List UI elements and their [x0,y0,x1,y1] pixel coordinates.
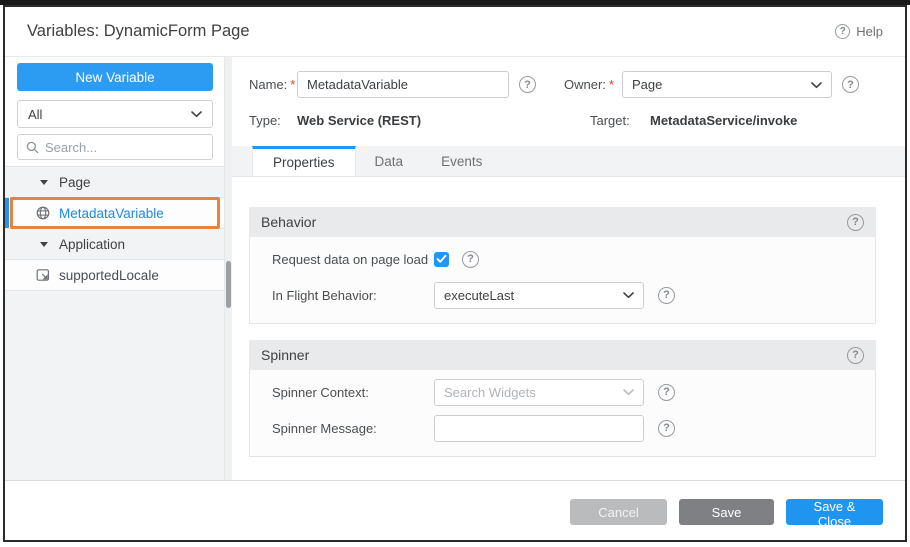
in-flight-label: In Flight Behavior: [272,288,434,303]
owner-select[interactable]: Page [622,71,832,98]
save-button[interactable]: Save [679,499,774,525]
owner-help-icon[interactable]: ? [842,76,859,93]
group-label: Page [59,175,91,190]
detail-tabs: Properties Data Events [232,146,905,177]
chevron-down-icon [811,76,822,94]
in-flight-selected-value: executeLast [444,288,623,303]
request-data-help-icon[interactable]: ? [462,251,479,268]
in-flight-help-icon[interactable]: ? [658,287,675,304]
sidebar-controls: New Variable All [5,57,224,167]
type-value: Web Service (REST) [297,113,562,128]
tab-data[interactable]: Data [356,146,423,176]
request-data-row: Request data on page load ? [272,245,875,273]
spinner-message-input[interactable] [434,415,644,442]
dialog-title: Variables: DynamicForm Page [27,22,250,41]
sidebar-group-application[interactable]: Application [5,229,224,260]
section-title: Spinner [261,347,309,363]
search-input[interactable] [45,140,204,155]
caret-down-icon [40,242,48,247]
type-target-row: Type: Web Service (REST) Target: Metadat… [249,113,889,128]
type-label: Type: [249,113,297,128]
spinner-context-row: Spinner Context: Search Widgets ? [272,378,875,406]
dialog-footer: Cancel Save Save & Close [5,480,905,540]
sidebar-item-supportedlocale[interactable]: supportedLocale [5,260,224,291]
chevron-down-icon [623,383,634,401]
new-variable-button[interactable]: New Variable [17,63,213,91]
variable-name-input[interactable] [297,71,509,98]
filter-selected-value: All [28,107,42,122]
target-value: MetadataService/invoke [650,113,797,128]
sidebar-group-page[interactable]: Page [5,167,224,198]
save-and-close-button[interactable]: Save & Close [786,499,883,525]
spinner-context-label: Spinner Context: [272,385,434,400]
spinner-message-row: Spinner Message: ? [272,414,875,442]
spinner-section: Spinner ? Spinner Context: Search Widget… [249,340,876,457]
behavior-help-icon[interactable]: ? [847,214,864,231]
dialog-body: New Variable All Page [5,57,905,480]
name-help-icon[interactable]: ? [519,76,536,93]
variables-tree: Page MetadataVariable [5,167,224,480]
spinner-context-help-icon[interactable]: ? [658,384,675,401]
spinner-context-select[interactable]: Search Widgets [434,379,644,406]
target-label: Target: [590,113,650,128]
behavior-section: Behavior ? Request data on page load ? I… [249,207,876,324]
dialog-header: Variables: DynamicForm Page ? Help [5,7,905,57]
sidebar-scrollbar-track[interactable] [224,57,232,480]
spinner-message-label: Spinner Message: [272,421,434,436]
help-icon: ? [835,24,850,39]
variable-detail-panel: Name:* ? Owner:* Page ? Type: Web Servic… [232,57,905,480]
section-title: Behavior [261,214,316,230]
request-data-checkbox[interactable] [434,252,449,267]
required-asterisk: * [609,77,614,92]
search-icon [26,141,39,154]
spinner-section-body: Spinner Context: Search Widgets ? Spinne… [249,370,876,457]
tab-properties[interactable]: Properties [252,146,356,176]
help-label: Help [856,24,883,39]
tab-events[interactable]: Events [422,146,501,176]
cancel-button[interactable]: Cancel [570,499,667,525]
spinner-context-placeholder: Search Widgets [444,385,623,400]
item-label: supportedLocale [59,268,159,283]
variables-sidebar: New Variable All Page [5,57,224,480]
spinner-help-icon[interactable]: ? [847,347,864,364]
variable-filter-select[interactable]: All [17,100,213,128]
owner-label: Owner:* [564,77,622,92]
web-service-variable-icon [36,206,50,220]
in-flight-row: In Flight Behavior: executeLast ? [272,281,875,309]
in-flight-behavior-select[interactable]: executeLast [434,282,644,309]
selected-indicator [5,198,9,228]
request-data-label: Request data on page load [272,252,434,267]
chevron-down-icon [623,286,634,304]
sidebar-scrollbar-thumb[interactable] [226,261,231,308]
spinner-section-header: Spinner ? [249,340,876,370]
owner-selected-value: Page [632,77,811,92]
group-label: Application [59,237,125,252]
sidebar-filler [5,291,224,480]
spinner-message-help-icon[interactable]: ? [658,420,675,437]
name-label: Name:* [249,77,297,92]
variable-search [17,134,213,160]
required-asterisk: * [290,77,295,92]
name-owner-row: Name:* ? Owner:* Page ? [249,71,889,98]
static-variable-icon [36,268,50,282]
behavior-section-header: Behavior ? [249,207,876,237]
behavior-section-body: Request data on page load ? In Flight Be… [249,237,876,324]
chevron-down-icon [191,105,202,123]
variables-dialog: Variables: DynamicForm Page ? Help New V… [3,5,907,542]
caret-down-icon [40,180,48,185]
item-label: MetadataVariable [59,206,164,221]
sidebar-item-metadatavariable[interactable]: MetadataVariable [5,198,224,229]
help-button[interactable]: ? Help [835,24,883,39]
